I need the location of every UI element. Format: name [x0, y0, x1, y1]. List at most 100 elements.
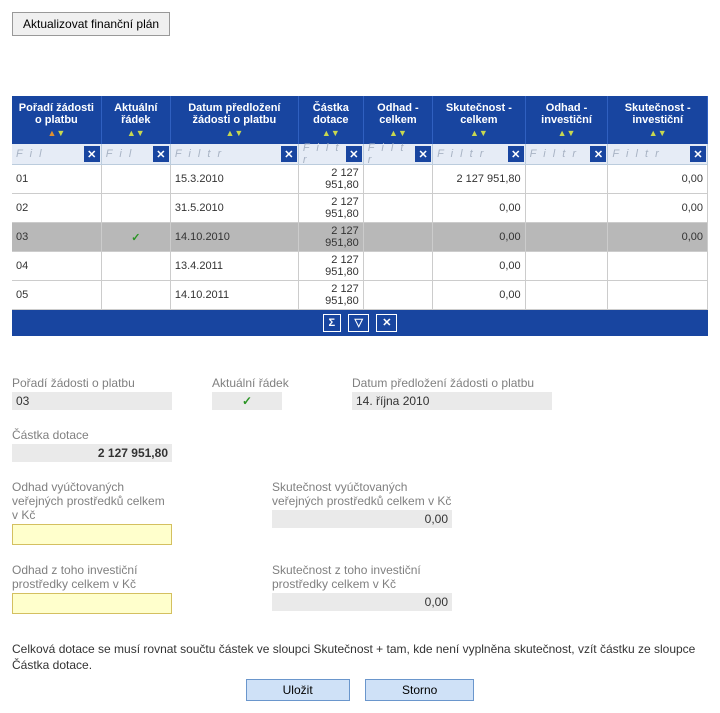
filter-cell-datum[interactable]: F i l t r✕: [170, 144, 298, 165]
cell-odhad_inv: [525, 281, 608, 310]
cell-radek: [101, 194, 170, 223]
column-header-odhad_celkem[interactable]: Odhad - celkem▲▼: [363, 96, 432, 144]
update-plan-button[interactable]: Aktualizovat finanční plán: [12, 12, 170, 36]
filter-icon[interactable]: ▽: [348, 314, 368, 332]
cell-odhad_celkem: [363, 252, 432, 281]
cell-skut_celkem: 0,00: [433, 223, 526, 252]
grid-wrapper: Pořadí žádosti o platbu▲▼Aktuální řádek▲…: [12, 96, 708, 336]
cell-castka: 2 127 951,80: [298, 165, 363, 194]
datum-value: 14. října 2010: [352, 392, 552, 410]
cell-datum: 14.10.2010: [170, 223, 298, 252]
filter-cell-castka[interactable]: F i l t r✕: [298, 144, 363, 165]
filter-placeholder: F i l: [102, 148, 153, 160]
cell-skut_celkem: 0,00: [433, 252, 526, 281]
filter-cell-radek[interactable]: F i l✕: [101, 144, 170, 165]
clear-filter-icon[interactable]: ✕: [508, 146, 524, 162]
cell-skut_celkem: 0,00: [433, 194, 526, 223]
cell-datum: 15.3.2010: [170, 165, 298, 194]
cell-castka: 2 127 951,80: [298, 252, 363, 281]
datum-label: Datum předložení žádosti o platbu: [352, 376, 552, 390]
skut-inv-value: 0,00: [272, 593, 452, 611]
cell-skut_inv: [608, 281, 708, 310]
cell-castka: 2 127 951,80: [298, 194, 363, 223]
filter-placeholder: F i l t r: [299, 142, 346, 166]
detail-form: Pořadí žádosti o platbu 03 Aktuální řáde…: [12, 376, 708, 614]
cell-datum: 31.5.2010: [170, 194, 298, 223]
cell-poradi: 03: [12, 223, 101, 252]
cell-radek: [101, 281, 170, 310]
clear-filter-icon[interactable]: ✕: [376, 314, 397, 332]
cell-poradi: 01: [12, 165, 101, 194]
cell-skut_inv: [608, 252, 708, 281]
column-header-castka[interactable]: Částka dotace▲▼: [298, 96, 363, 144]
filter-cell-odhad_celkem[interactable]: F i l t r✕: [363, 144, 432, 165]
filter-placeholder: F i l t r: [364, 142, 415, 166]
table-row[interactable]: 02 31.5.20102 127 951,80 0,00 0,00: [12, 194, 708, 223]
castka-value: 2 127 951,80: [12, 444, 172, 462]
filter-placeholder: F i l t r: [433, 148, 508, 160]
column-header-poradi[interactable]: Pořadí žádosti o platbu▲▼: [12, 96, 101, 144]
cell-poradi: 02: [12, 194, 101, 223]
filter-placeholder: F i l t r: [608, 148, 690, 160]
check-icon: ✓: [106, 231, 166, 244]
table-row[interactable]: 05 14.10.20112 127 951,80 0,00: [12, 281, 708, 310]
check-icon: ✓: [216, 394, 278, 408]
column-header-radek[interactable]: Aktuální řádek▲▼: [101, 96, 170, 144]
cell-poradi: 04: [12, 252, 101, 281]
clear-filter-icon[interactable]: ✕: [590, 146, 606, 162]
skut-inv-label: Skutečnost z toho investiční prostředky …: [272, 563, 452, 591]
clear-filter-icon[interactable]: ✕: [690, 146, 706, 162]
radek-label: Aktuální řádek: [212, 376, 312, 390]
cell-datum: 13.4.2011: [170, 252, 298, 281]
payments-grid: Pořadí žádosti o platbu▲▼Aktuální řádek▲…: [12, 96, 708, 310]
cell-odhad_inv: [525, 194, 608, 223]
cell-skut_inv: 0,00: [608, 165, 708, 194]
cell-skut_celkem: 0,00: [433, 281, 526, 310]
column-header-skut_inv[interactable]: Skutečnost - investiční▲▼: [608, 96, 708, 144]
column-header-datum[interactable]: Datum předložení žádosti o platbu▲▼: [170, 96, 298, 144]
filter-cell-skut_celkem[interactable]: F i l t r✕: [433, 144, 526, 165]
odhad-ver-input[interactable]: [12, 524, 172, 545]
cell-skut_inv: 0,00: [608, 223, 708, 252]
table-row[interactable]: 0115.3.20102 127 951,802 127 951,800,00: [12, 165, 708, 194]
clear-filter-icon[interactable]: ✕: [346, 146, 362, 162]
filter-cell-skut_inv[interactable]: F i l t r✕: [608, 144, 708, 165]
cell-odhad_inv: [525, 165, 608, 194]
column-header-odhad_inv[interactable]: Odhad - investiční▲▼: [525, 96, 608, 144]
cell-datum: 14.10.2011: [170, 281, 298, 310]
filter-cell-odhad_inv[interactable]: F i l t r✕: [525, 144, 608, 165]
odhad-ver-label: Odhad vyúčtovaných veřejných prostředků …: [12, 480, 172, 522]
poradi-value: 03: [12, 392, 172, 410]
cell-odhad_celkem: [363, 194, 432, 223]
cell-odhad_celkem: [363, 223, 432, 252]
column-header-skut_celkem[interactable]: Skutečnost - celkem▲▼: [433, 96, 526, 144]
clear-filter-icon[interactable]: ✕: [415, 146, 431, 162]
filter-placeholder: F i l t r: [171, 148, 281, 160]
cell-odhad_inv: [525, 223, 608, 252]
cell-skut_inv: 0,00: [608, 194, 708, 223]
cell-poradi: 05: [12, 281, 101, 310]
clear-filter-icon[interactable]: ✕: [153, 146, 169, 162]
cell-odhad_inv: [525, 252, 608, 281]
filter-cell-poradi[interactable]: F i l✕: [12, 144, 101, 165]
cancel-button[interactable]: Storno: [365, 679, 474, 701]
skut-ver-label: Skutečnost vyúčtovaných veřejných prostř…: [272, 480, 452, 508]
cell-skut_celkem: 2 127 951,80: [433, 165, 526, 194]
filter-placeholder: F i l: [12, 148, 84, 160]
save-button[interactable]: Uložit: [246, 679, 350, 701]
clear-filter-icon[interactable]: ✕: [281, 146, 297, 162]
castka-label: Částka dotace: [12, 428, 172, 442]
grid-footer-bar: Σ ▽ ✕: [12, 310, 708, 336]
filter-placeholder: F i l t r: [526, 148, 591, 160]
cell-castka: 2 127 951,80: [298, 223, 363, 252]
cell-odhad_celkem: [363, 165, 432, 194]
table-row[interactable]: 03 ✓ 14.10.20102 127 951,80 0,00 0,00: [12, 223, 708, 252]
radek-value: ✓: [212, 392, 282, 410]
table-row[interactable]: 04 13.4.20112 127 951,80 0,00: [12, 252, 708, 281]
cell-castka: 2 127 951,80: [298, 281, 363, 310]
cell-odhad_celkem: [363, 281, 432, 310]
odhad-inv-input[interactable]: [12, 593, 172, 614]
clear-filter-icon[interactable]: ✕: [84, 146, 100, 162]
sum-icon[interactable]: Σ: [323, 314, 342, 332]
cell-radek: [101, 165, 170, 194]
